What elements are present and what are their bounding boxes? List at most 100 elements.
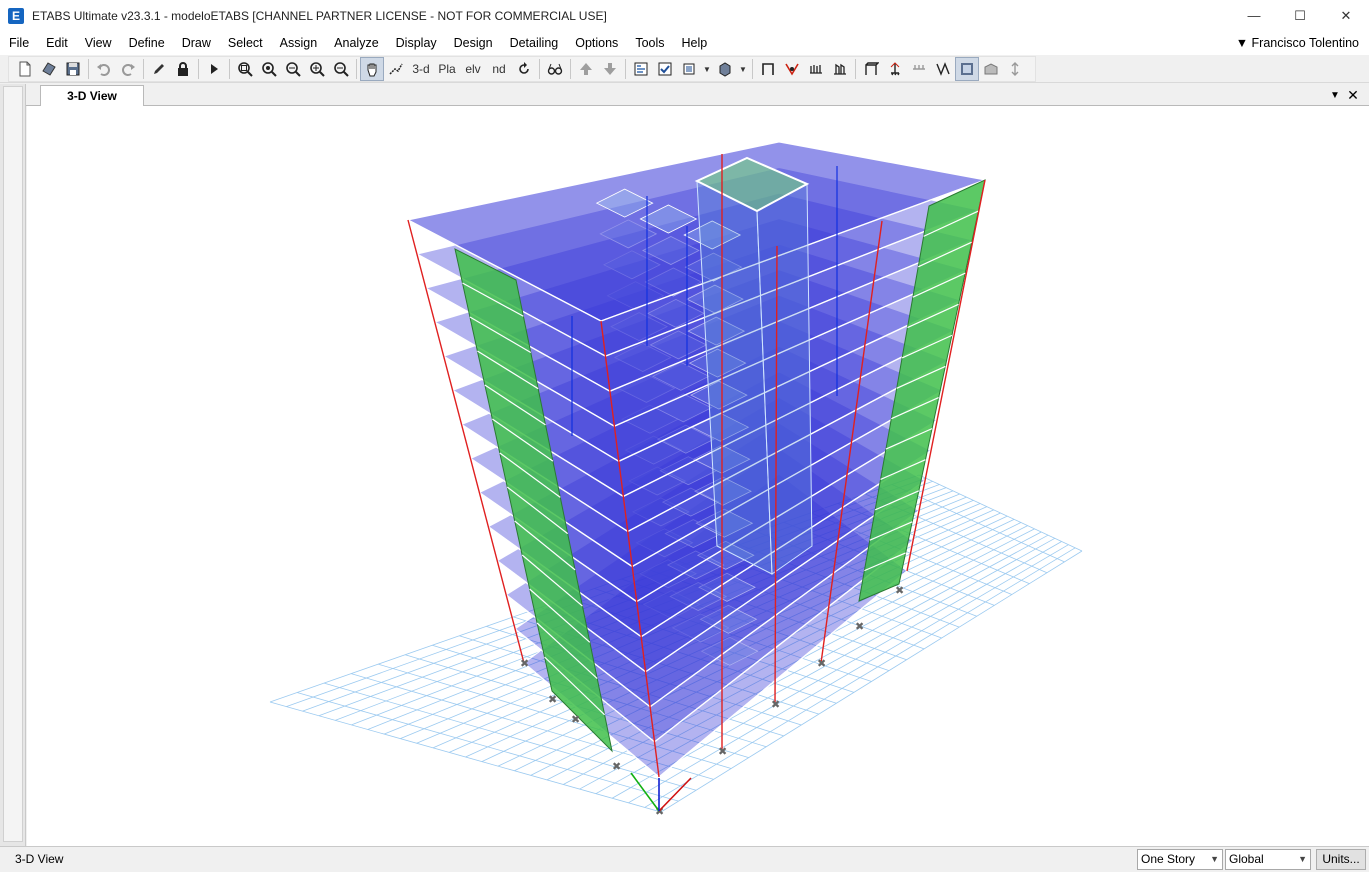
perspective-glasses-icon[interactable] (543, 57, 567, 81)
menu-assign[interactable]: Assign (271, 31, 326, 55)
toolbar-separator (143, 59, 144, 79)
toolbar-separator (570, 59, 571, 79)
view-3d-button[interactable]: 3-d (408, 57, 434, 81)
status-bar: 3-D View One Story ▼ Global ▼ Units... (0, 846, 1369, 872)
menu-draw[interactable]: Draw (173, 31, 219, 55)
menu-help[interactable]: Help (673, 31, 716, 55)
x-axis-arrow (658, 777, 692, 812)
menu-select[interactable]: Select (219, 31, 271, 55)
support-marker: ✖ (571, 713, 580, 726)
lock-icon[interactable] (171, 57, 195, 81)
left-model-explorer-rail[interactable] (0, 84, 26, 846)
dropdown-arrow-icon[interactable]: ▼ (737, 57, 749, 81)
etabs-app-icon: E (8, 7, 24, 24)
etabs-window: E ETABS Ultimate v23.3.1 - modeloETABS [… (0, 0, 1369, 872)
document-tab-strip: 3-D View ▼ ✕ (26, 84, 1369, 106)
toolbar-separator (356, 59, 357, 79)
zoom-window-icon[interactable] (233, 57, 257, 81)
menu-define[interactable]: Define (120, 31, 173, 55)
close-button[interactable]: ✕ (1323, 0, 1369, 31)
menu-display[interactable]: Display (387, 31, 445, 55)
menu-detailing[interactable]: Detailing (501, 31, 567, 55)
move-up-icon[interactable] (574, 57, 598, 81)
menu-file[interactable]: File (0, 31, 37, 55)
support-marker: ✖ (718, 745, 727, 758)
zoom-out-icon[interactable] (329, 57, 353, 81)
dropdown-arrow-icon[interactable]: ▼ (701, 57, 713, 81)
menu-options[interactable]: Options (566, 31, 626, 55)
window-controls: — ☐ ✕ (1231, 0, 1369, 31)
toolbar-separator (539, 59, 540, 79)
support-marker: ✖ (855, 620, 864, 633)
toolbar-separator (752, 59, 753, 79)
assign-load-icon[interactable] (907, 57, 931, 81)
view-elevation-button[interactable]: elv (460, 57, 486, 81)
tab-close-icon[interactable]: ✕ (1345, 86, 1361, 104)
draw-brace-icon[interactable] (780, 57, 804, 81)
tab-list-dropdown-icon[interactable]: ▼ (1327, 86, 1343, 104)
checkbox-toggle-icon[interactable] (653, 57, 677, 81)
zoom-restore-icon[interactable] (257, 57, 281, 81)
save-model-icon[interactable] (61, 57, 85, 81)
menu-analyze[interactable]: Analyze (325, 31, 386, 55)
pan-hand-icon[interactable] (360, 57, 384, 81)
view-plan-button[interactable]: Pla (434, 57, 460, 81)
open-model-icon[interactable] (37, 57, 61, 81)
status-view-name: 3-D View (15, 852, 64, 866)
toolbar-separator (855, 59, 856, 79)
story-selection-dropdown[interactable]: One Story ▼ (1137, 849, 1223, 870)
story-selection-value: One Story (1141, 852, 1196, 866)
run-analysis-icon[interactable] (202, 57, 226, 81)
coordinate-system-dropdown[interactable]: Global ▼ (1225, 849, 1311, 870)
title-bar: E ETABS Ultimate v23.3.1 - modeloETABS [… (0, 0, 1369, 31)
window-title: ETABS Ultimate v23.3.1 - modeloETABS [CH… (32, 8, 607, 23)
draw-frame-icon[interactable] (859, 57, 883, 81)
minimize-button[interactable]: — (1231, 0, 1277, 31)
menu-bar: File Edit View Define Draw Select Assign… (0, 31, 1369, 55)
assign-restraint-icon[interactable] (931, 57, 955, 81)
menu-edit[interactable]: Edit (37, 31, 76, 55)
user-account-menu[interactable]: ▼ Francisco Tolentino (1236, 31, 1359, 55)
menu-tools[interactable]: Tools (626, 31, 672, 55)
set-display-options-icon[interactable] (629, 57, 653, 81)
toolbar-separator (625, 59, 626, 79)
show-undeformed-icon[interactable] (955, 57, 979, 81)
toolbar: 3-d Pla elv nd ▼ ▼ (0, 55, 1369, 83)
new-model-icon[interactable] (13, 57, 37, 81)
tab-3d-view[interactable]: 3-D View (40, 85, 144, 106)
toolbar-separator (88, 59, 89, 79)
menu-design[interactable]: Design (445, 31, 501, 55)
chevron-down-icon: ▼ (1298, 854, 1307, 864)
show-forces-icon[interactable] (1003, 57, 1027, 81)
support-marker: ✖ (520, 657, 529, 670)
show-deformed-icon[interactable] (979, 57, 1003, 81)
structural-model-drawing: ✖✖✖✖✖✖✖✖✖✖ (269, 141, 1083, 818)
move-down-icon[interactable] (598, 57, 622, 81)
support-marker: ✖ (817, 657, 826, 670)
support-marker: ✖ (895, 584, 904, 597)
draw-wall-icon[interactable] (828, 57, 852, 81)
extrude-view-icon[interactable] (713, 57, 737, 81)
support-marker: ✖ (548, 693, 557, 706)
3d-model-viewport[interactable]: ✖✖✖✖✖✖✖✖✖✖ (27, 106, 1369, 846)
chevron-down-icon: ▼ (1210, 854, 1219, 864)
object-shrink-icon[interactable] (677, 57, 701, 81)
coordinate-system-value: Global (1229, 852, 1264, 866)
redo-icon[interactable] (116, 57, 140, 81)
zoom-all-icon[interactable] (281, 57, 305, 81)
draw-floor-icon[interactable] (804, 57, 828, 81)
undo-icon[interactable] (92, 57, 116, 81)
maximize-button[interactable]: ☐ (1277, 0, 1323, 31)
assign-support-icon[interactable] (883, 57, 907, 81)
support-marker: ✖ (612, 760, 621, 773)
rubber-band-zoom-icon[interactable] (384, 57, 408, 81)
support-marker: ✖ (771, 698, 780, 711)
rotate-view-icon[interactable] (512, 57, 536, 81)
pencil-icon[interactable] (147, 57, 171, 81)
menu-view[interactable]: View (76, 31, 120, 55)
draw-beam-icon[interactable] (756, 57, 780, 81)
toolbar-separator (198, 59, 199, 79)
zoom-in-icon[interactable] (305, 57, 329, 81)
view-nd-button[interactable]: nd (486, 57, 512, 81)
units-button[interactable]: Units... (1316, 849, 1366, 870)
